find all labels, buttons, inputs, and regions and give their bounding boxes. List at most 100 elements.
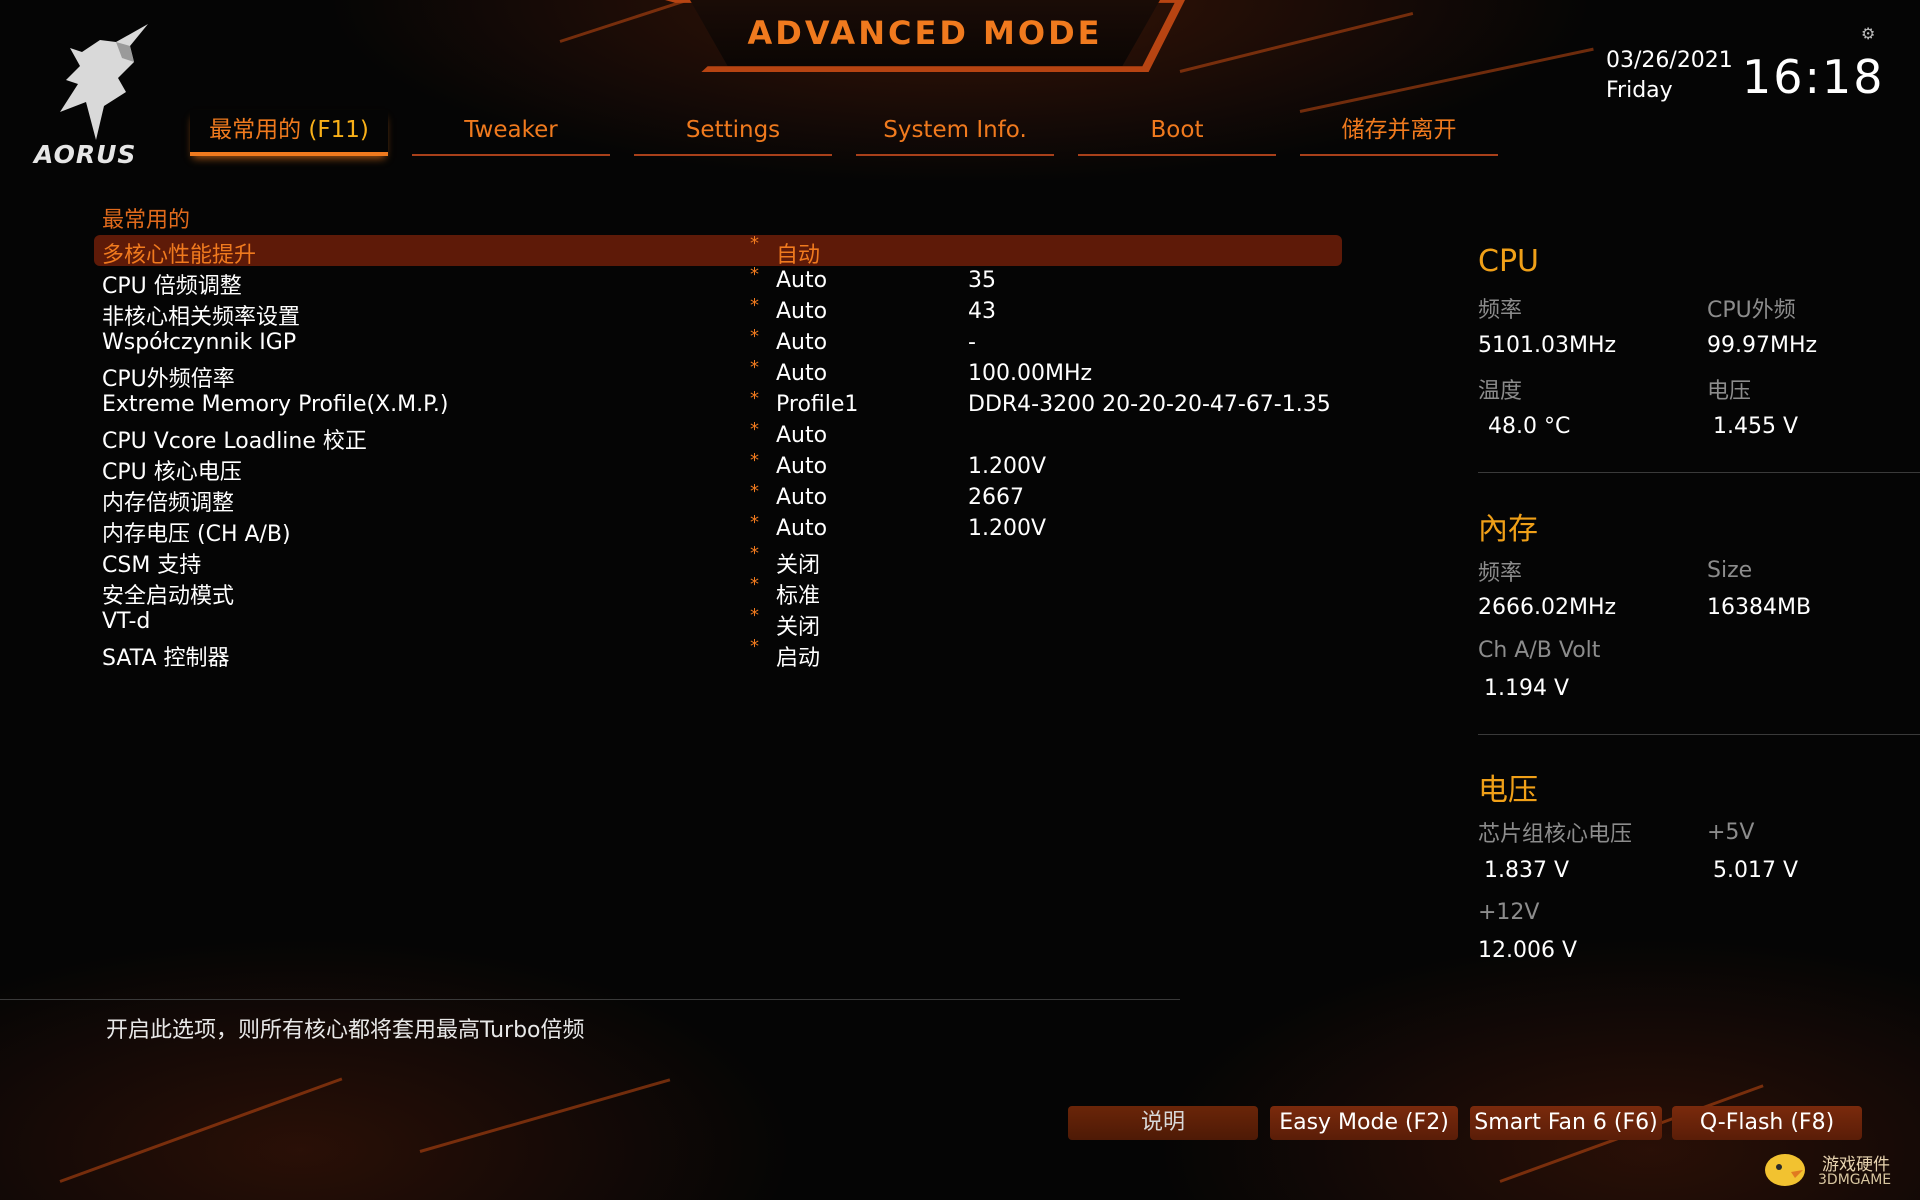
setting-value[interactable]: Auto xyxy=(776,268,827,293)
panel-divider xyxy=(1478,734,1920,735)
setting-value[interactable]: 启动 xyxy=(776,640,820,672)
help-button[interactable]: 说明 xyxy=(1068,1106,1258,1140)
setting-row-multicore-enhancement[interactable]: 多核心性能提升 * 自动 xyxy=(94,233,1342,269)
setting-row-bclk[interactable]: CPU外频倍率 * Auto 100.00MHz xyxy=(94,357,1342,392)
smart-fan-button[interactable]: Smart Fan 6 (F6) xyxy=(1470,1106,1662,1140)
setting-row-cpu-vcore[interactable]: CPU 核心电压 * Auto 1.200V xyxy=(94,450,1342,485)
setting-label: Współczynnik IGP xyxy=(102,330,297,355)
setting-label: 内存倍频调整 xyxy=(102,491,235,516)
setting-label: Extreme Memory Profile(X.M.P.) xyxy=(102,392,449,417)
plus5v-value: 5.017 V xyxy=(1713,858,1799,883)
cpu-volt-label: 电压 xyxy=(1707,379,1752,404)
setting-row-sata-controller[interactable]: SATA 控制器 * 启动 xyxy=(94,636,1342,672)
star-icon: * xyxy=(750,264,759,285)
setting-row-memory-multiplier[interactable]: 内存倍频调整 * Auto 2667 xyxy=(94,481,1342,516)
setting-label: VT-d xyxy=(102,609,151,634)
star-icon: * xyxy=(750,295,759,316)
setting-value[interactable]: 标准 xyxy=(776,578,820,610)
panel-divider xyxy=(1478,472,1920,473)
star-icon: * xyxy=(750,388,759,409)
star-icon: * xyxy=(750,574,759,595)
setting-label: CPU 倍频调整 xyxy=(102,274,242,299)
setting-value[interactable]: Auto xyxy=(776,454,827,479)
setting-current: 1.200V xyxy=(968,516,1047,541)
setting-value[interactable]: Profile1 xyxy=(776,392,858,417)
setting-value[interactable]: Auto xyxy=(776,423,827,448)
setting-row-vt-d[interactable]: VT-d * 关闭 xyxy=(94,605,1342,641)
memory-freq-value: 2666.02MHz xyxy=(1478,595,1617,620)
plus12v-label: +12V xyxy=(1478,900,1540,925)
star-icon: * xyxy=(750,512,759,533)
star-icon: * xyxy=(750,357,759,378)
cpu-bclk-label: CPU外频 xyxy=(1707,298,1796,323)
setting-row-dram-voltage[interactable]: 内存电压 (CH A/B) * Auto 1.200V xyxy=(94,512,1342,547)
help-description: 开启此选项，则所有核心都将套用最高Turbo倍频 xyxy=(106,1018,585,1043)
help-divider xyxy=(0,999,1180,1000)
memory-size-label: Size xyxy=(1707,558,1753,583)
setting-row-cpu-ratio[interactable]: CPU 倍频调整 * Auto 35 xyxy=(94,264,1342,299)
star-icon: * xyxy=(750,450,759,471)
setting-value[interactable]: 关闭 xyxy=(776,547,820,579)
star-icon: * xyxy=(750,636,759,657)
star-icon: * xyxy=(750,605,759,626)
cpu-section-title: CPU xyxy=(1478,244,1539,279)
qflash-button[interactable]: Q-Flash (F8) xyxy=(1672,1106,1862,1140)
setting-row-uncore-ratio[interactable]: 非核心相关频率设置 * Auto 43 xyxy=(94,295,1342,330)
setting-label: 安全启动模式 xyxy=(102,584,235,609)
tab-tweaker[interactable]: Tweaker xyxy=(412,110,610,156)
day-display: Friday xyxy=(1606,78,1673,103)
setting-row-xmp[interactable]: Extreme Memory Profile(X.M.P.) * Profile… xyxy=(94,388,1342,421)
cpu-freq-label: 频率 xyxy=(1478,298,1523,323)
tab-boot[interactable]: Boot xyxy=(1078,110,1276,156)
setting-row-csm[interactable]: CSM 支持 * 关闭 xyxy=(94,543,1342,579)
memory-size-value: 16384MB xyxy=(1707,595,1812,620)
tab-favorites[interactable]: 最常用的 (F11) xyxy=(190,110,388,156)
setting-label: CPU外频倍率 xyxy=(102,367,235,392)
cpu-bclk-value: 99.97MHz xyxy=(1707,333,1818,358)
setting-value[interactable]: Auto xyxy=(776,361,827,386)
easy-mode-button[interactable]: Easy Mode (F2) xyxy=(1270,1106,1458,1140)
star-icon: * xyxy=(750,543,759,564)
tab-settings[interactable]: Settings xyxy=(634,110,832,156)
star-icon: * xyxy=(750,481,759,502)
watermark-subtext: 3DMGAME xyxy=(1818,1172,1892,1188)
tab-hotkey: (F11) xyxy=(308,117,369,143)
tab-save-exit[interactable]: 储存并离开 xyxy=(1300,110,1498,156)
setting-row-secure-boot-mode[interactable]: 安全启动模式 * 标准 xyxy=(94,574,1342,610)
setting-value[interactable]: Auto xyxy=(776,485,827,510)
memory-volt-value: 1.194 V xyxy=(1484,676,1570,701)
chipset-volt-value: 1.837 V xyxy=(1484,858,1570,883)
cpu-volt-value: 1.455 V xyxy=(1713,414,1799,439)
setting-value[interactable]: 关闭 xyxy=(776,609,820,641)
brand-name: AORUS xyxy=(34,140,137,169)
star-icon: * xyxy=(750,326,759,347)
setting-current: - xyxy=(968,330,976,355)
clock-display: 16:18 xyxy=(1742,50,1885,104)
star-icon: * xyxy=(750,419,759,440)
plus5v-label: +5V xyxy=(1707,820,1755,845)
mode-title: ADVANCED MODE xyxy=(747,14,1103,52)
setting-value[interactable]: 自动 xyxy=(776,237,820,269)
date-display: 03/26/2021 xyxy=(1606,48,1733,73)
setting-value[interactable]: Auto xyxy=(776,330,827,355)
tab-label: 最常用的 xyxy=(209,117,302,143)
setting-value[interactable]: Auto xyxy=(776,516,827,541)
cpu-temp-label: 温度 xyxy=(1478,379,1523,404)
chipset-volt-label: 芯片组核心电压 xyxy=(1478,822,1633,847)
setting-value[interactable]: Auto xyxy=(776,299,827,324)
voltage-section-title: 电压 xyxy=(1478,773,1538,808)
cpu-freq-value: 5101.03MHz xyxy=(1478,333,1617,358)
setting-label: CPU Vcore Loadline 校正 xyxy=(102,429,367,454)
setting-label: CPU 核心电压 xyxy=(102,460,242,485)
setting-label: SATA 控制器 xyxy=(102,646,230,671)
setting-row-igp-ratio[interactable]: Współczynnik IGP * Auto - xyxy=(94,326,1342,359)
tab-system-info[interactable]: System Info. xyxy=(856,110,1054,156)
gear-icon[interactable]: ⚙ xyxy=(1861,24,1875,43)
setting-label: 非核心相关频率设置 xyxy=(102,305,301,330)
setting-row-vcore-loadline[interactable]: CPU Vcore Loadline 校正 * Auto xyxy=(94,419,1342,454)
memory-freq-label: 频率 xyxy=(1478,561,1523,586)
star-icon: * xyxy=(750,233,759,254)
setting-current: 43 xyxy=(968,299,996,324)
memory-volt-label: Ch A/B Volt xyxy=(1478,638,1601,663)
setting-current: 100.00MHz xyxy=(968,361,1093,386)
